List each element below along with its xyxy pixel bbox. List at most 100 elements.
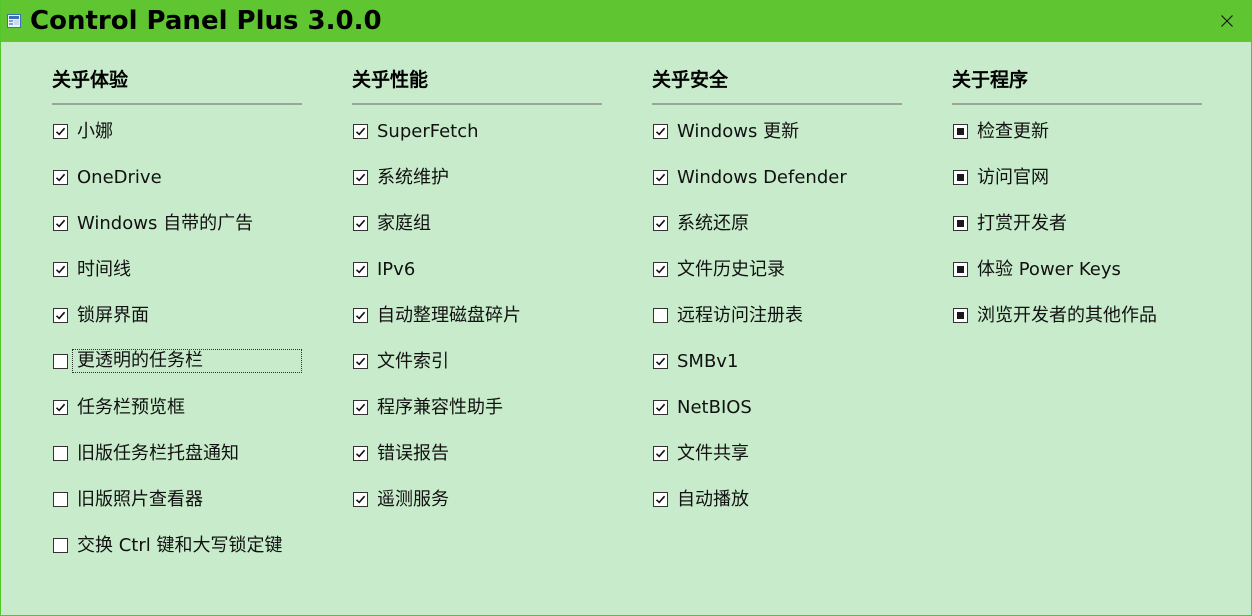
unchecked-checkbox[interactable]: [653, 308, 668, 323]
checkbox-option[interactable]: 文件共享: [652, 442, 902, 488]
checkmark-icon: [655, 173, 666, 182]
checked-checkbox[interactable]: [653, 262, 668, 277]
indeterminate-checkbox[interactable]: [953, 124, 968, 139]
unchecked-checkbox[interactable]: [53, 354, 68, 369]
checkmark-icon: [655, 403, 666, 412]
close-button[interactable]: [1203, 0, 1251, 42]
checkbox-option[interactable]: 自动播放: [652, 488, 902, 534]
checkmark-icon: [55, 173, 66, 182]
checked-checkbox[interactable]: [653, 446, 668, 461]
title-bar[interactable]: Control Panel Plus 3.0.0: [1, 0, 1251, 42]
indeterminate-checkbox[interactable]: [953, 308, 968, 323]
checkmark-icon: [55, 311, 66, 320]
checkbox-label: 体验 Power Keys: [977, 259, 1121, 280]
checkbox-option[interactable]: 遥测服务: [352, 488, 602, 534]
checkbox-option[interactable]: 检查更新: [952, 120, 1202, 166]
checkbox-label: 旧版任务栏托盘通知: [77, 443, 239, 464]
checked-checkbox[interactable]: [353, 354, 368, 369]
checkbox-option[interactable]: 系统维护: [352, 166, 602, 212]
checkbox-option[interactable]: 旧版任务栏托盘通知: [52, 442, 302, 488]
checked-checkbox[interactable]: [353, 308, 368, 323]
checkbox-label: 文件历史记录: [677, 259, 785, 280]
checkbox-option[interactable]: 程序兼容性助手: [352, 396, 602, 442]
checkmark-icon: [55, 403, 66, 412]
checked-checkbox[interactable]: [653, 216, 668, 231]
option-list: Windows 更新 Windows Defender 系统还原 文件历史记录 远程访问…: [652, 120, 912, 534]
checkbox-option[interactable]: 体验 Power Keys: [952, 258, 1202, 304]
checkbox-option[interactable]: 交换 Ctrl 键和大写锁定键: [52, 534, 302, 580]
checkbox-label: 错误报告: [377, 443, 449, 464]
checkbox-option[interactable]: NetBIOS: [652, 396, 902, 442]
checked-checkbox[interactable]: [53, 262, 68, 277]
checked-checkbox[interactable]: [653, 124, 668, 139]
checkbox-option[interactable]: 家庭组: [352, 212, 602, 258]
checkbox-label: 任务栏预览框: [77, 397, 185, 418]
checkmark-icon: [355, 449, 366, 458]
checkbox-label: SuperFetch: [377, 121, 479, 142]
indeterminate-checkbox[interactable]: [953, 170, 968, 185]
checked-checkbox[interactable]: [653, 492, 668, 507]
checked-checkbox[interactable]: [53, 400, 68, 415]
checkbox-option[interactable]: 小娜: [52, 120, 302, 166]
checkbox-option[interactable]: 打赏开发者: [952, 212, 1202, 258]
checkbox-option[interactable]: OneDrive: [52, 166, 302, 212]
checkbox-option[interactable]: SuperFetch: [352, 120, 602, 166]
checked-checkbox[interactable]: [653, 354, 668, 369]
checkmark-icon: [355, 173, 366, 182]
indeterminate-checkbox[interactable]: [953, 216, 968, 231]
checkbox-label: 文件索引: [377, 351, 449, 372]
checkbox-option[interactable]: 更透明的任务栏: [52, 349, 302, 396]
checked-checkbox[interactable]: [53, 216, 68, 231]
checkmark-icon: [655, 265, 666, 274]
checked-checkbox[interactable]: [53, 170, 68, 185]
checkbox-option[interactable]: 时间线: [52, 258, 302, 304]
checked-checkbox[interactable]: [353, 216, 368, 231]
checked-checkbox[interactable]: [353, 446, 368, 461]
checkmark-icon: [355, 219, 366, 228]
checkbox-option[interactable]: 文件索引: [352, 350, 602, 396]
unchecked-checkbox[interactable]: [53, 446, 68, 461]
checked-checkbox[interactable]: [353, 492, 368, 507]
checkbox-label: 浏览开发者的其他作品: [977, 305, 1157, 326]
checked-checkbox[interactable]: [353, 170, 368, 185]
checkbox-label: 家庭组: [377, 213, 431, 234]
checkbox-option[interactable]: 自动整理磁盘碎片: [352, 304, 602, 350]
checkbox-option[interactable]: 系统还原: [652, 212, 902, 258]
checkmark-icon: [355, 403, 366, 412]
checked-checkbox[interactable]: [353, 124, 368, 139]
checkbox-option[interactable]: Windows Defender: [652, 166, 902, 212]
checked-checkbox[interactable]: [53, 308, 68, 323]
checkbox-option[interactable]: 访问官网: [952, 166, 1202, 212]
checkbox-option[interactable]: 文件历史记录: [652, 258, 902, 304]
checkbox-label: IPv6: [377, 259, 416, 280]
checkbox-label: 旧版照片查看器: [77, 489, 203, 510]
checkbox-option[interactable]: 浏览开发者的其他作品: [952, 304, 1202, 350]
option-list: SuperFetch 系统维护 家庭组 IPv6 自动整理磁盘碎片 文件索引程序兼容性助手…: [352, 120, 612, 534]
checkbox-label: 遥测服务: [377, 489, 449, 510]
checkbox-option[interactable]: 任务栏预览框: [52, 396, 302, 442]
checked-checkbox[interactable]: [653, 400, 668, 415]
checked-checkbox[interactable]: [53, 124, 68, 139]
checkbox-label: 远程访问注册表: [677, 305, 803, 326]
checkbox-label: Windows 自带的广告: [77, 213, 254, 234]
checkbox-option[interactable]: 错误报告: [352, 442, 602, 488]
checked-checkbox[interactable]: [353, 400, 368, 415]
checkbox-option[interactable]: 远程访问注册表: [652, 304, 902, 350]
unchecked-checkbox[interactable]: [53, 538, 68, 553]
checkbox-label: 自动整理磁盘碎片: [377, 305, 521, 326]
checked-checkbox[interactable]: [353, 262, 368, 277]
checkbox-option[interactable]: IPv6: [352, 258, 602, 304]
checked-checkbox[interactable]: [653, 170, 668, 185]
checkbox-label: 更透明的任务栏: [72, 349, 302, 373]
checkbox-option[interactable]: 锁屏界面: [52, 304, 302, 350]
column-header: 关乎安全: [652, 65, 902, 105]
checkbox-label: 打赏开发者: [977, 213, 1067, 234]
app-icon: [7, 13, 21, 28]
checkbox-option[interactable]: Windows 更新: [652, 120, 902, 166]
checkbox-option[interactable]: Windows 自带的广告: [52, 212, 302, 258]
indeterminate-checkbox[interactable]: [953, 262, 968, 277]
checkbox-option[interactable]: 旧版照片查看器: [52, 488, 302, 534]
unchecked-checkbox[interactable]: [53, 492, 68, 507]
checkbox-label: 交换 Ctrl 键和大写锁定键: [77, 535, 283, 556]
checkbox-option[interactable]: SMBv1: [652, 350, 902, 396]
